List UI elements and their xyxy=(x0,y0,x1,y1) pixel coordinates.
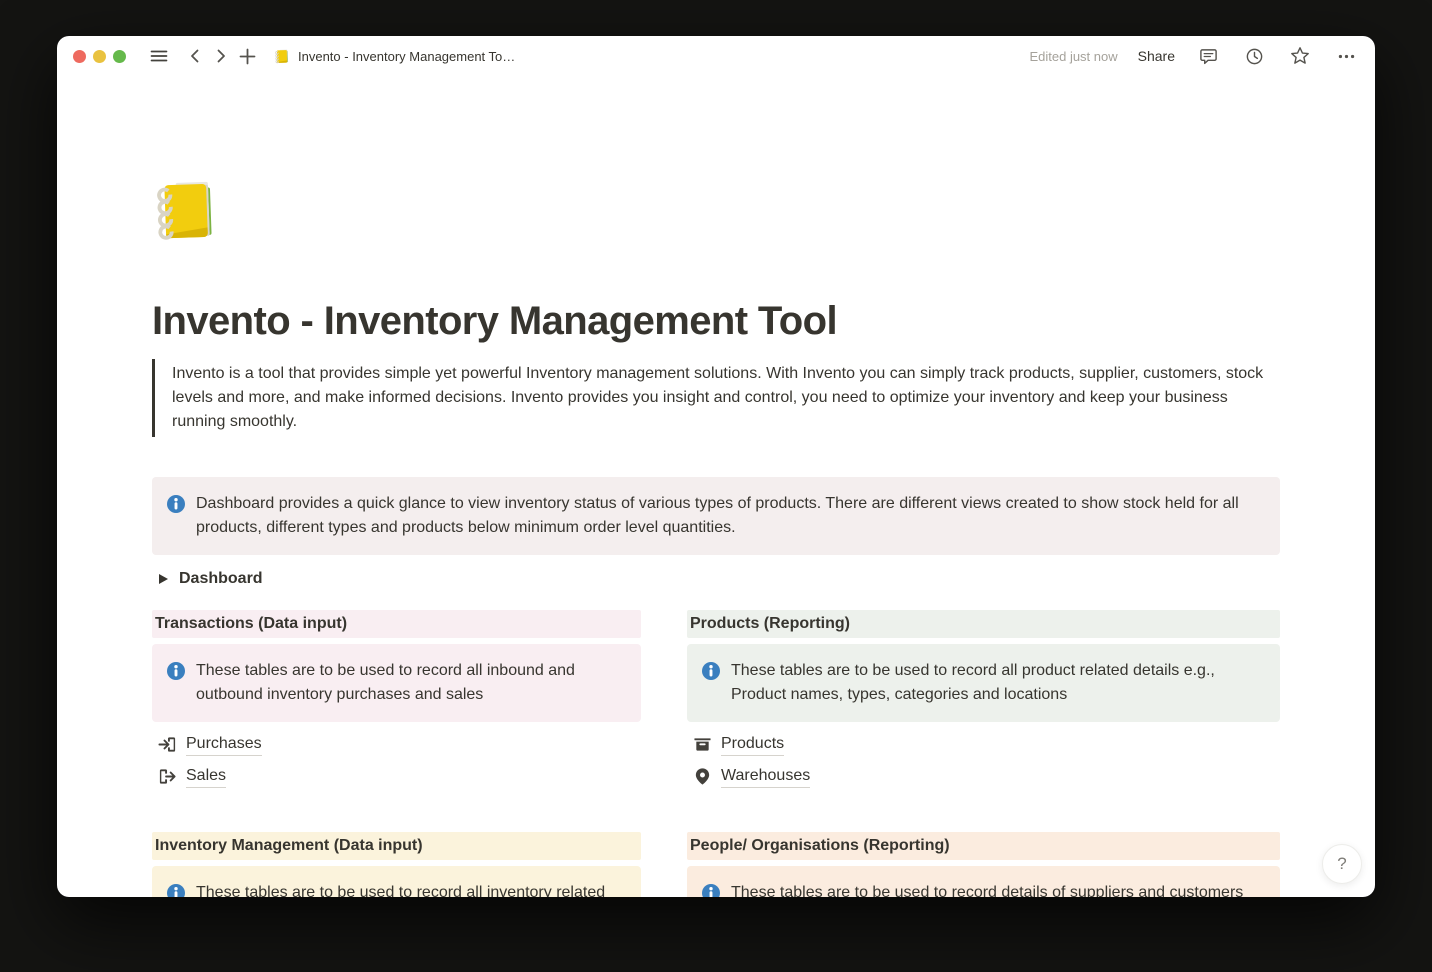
info-icon xyxy=(166,883,186,897)
help-button-label: ? xyxy=(1337,854,1346,874)
section-products: Products (Reporting) These tables are to… xyxy=(687,610,1280,795)
transactions-links: Purchases Sales xyxy=(152,731,641,789)
current-tab[interactable]: Invento - Inventory Management To… xyxy=(274,48,515,65)
import-arrow-icon xyxy=(158,735,177,754)
forward-button[interactable] xyxy=(208,43,234,69)
columns-row-1: Transactions (Data input) These tables a… xyxy=(152,610,1280,795)
location-pin-icon xyxy=(693,767,712,786)
transactions-callout: These tables are to be used to record al… xyxy=(152,644,641,722)
history-button[interactable] xyxy=(1241,43,1267,69)
star-icon xyxy=(1290,46,1310,66)
plus-icon xyxy=(239,48,256,65)
chevron-left-icon xyxy=(187,48,203,64)
ellipsis-icon xyxy=(1337,47,1356,66)
export-arrow-icon xyxy=(158,767,177,786)
app-window: Invento - Inventory Management To… Edite… xyxy=(57,36,1375,897)
minimize-window-button[interactable] xyxy=(93,50,106,63)
section-people-organisations: People/ Organisations (Reporting) These … xyxy=(687,832,1280,897)
transactions-callout-text: These tables are to be used to record al… xyxy=(196,659,625,707)
ledger-notebook-icon xyxy=(274,48,291,65)
section-transactions: Transactions (Data input) These tables a… xyxy=(152,610,641,795)
comment-bubble-icon xyxy=(1199,47,1218,66)
edited-status: Edited just now xyxy=(1029,49,1117,64)
info-icon xyxy=(166,494,186,540)
page-icon-ledger-notebook[interactable] xyxy=(152,175,224,247)
sidebar-menu-button[interactable] xyxy=(146,43,172,69)
section-inventory-management: Inventory Management (Data input) These … xyxy=(152,832,641,897)
info-icon xyxy=(166,661,186,707)
titlebar-actions: Edited just now Share xyxy=(1029,43,1359,69)
inventory-management-callout-text: These tables are to be used to record al… xyxy=(196,881,625,897)
tab-title: Invento - Inventory Management To… xyxy=(298,49,515,64)
dashboard-toggle-label: Dashboard xyxy=(179,570,263,588)
columns-row-2: Inventory Management (Data input) These … xyxy=(152,832,1280,897)
new-tab-button[interactable] xyxy=(234,43,260,69)
zoom-window-button[interactable] xyxy=(113,50,126,63)
comments-button[interactable] xyxy=(1195,43,1221,69)
section-header-people-organisations: People/ Organisations (Reporting) xyxy=(687,832,1280,860)
page-link-purchases-label[interactable]: Purchases xyxy=(186,733,262,756)
people-organisations-callout-text: These tables are to be used to record de… xyxy=(731,881,1243,897)
hamburger-menu-icon xyxy=(150,47,168,65)
clock-icon xyxy=(1245,47,1264,66)
dashboard-callout-text: Dashboard provides a quick glance to vie… xyxy=(196,492,1264,540)
back-button[interactable] xyxy=(182,43,208,69)
page-link-products-label[interactable]: Products xyxy=(721,733,784,756)
info-icon xyxy=(701,661,721,707)
products-callout-text: These tables are to be used to record al… xyxy=(731,659,1264,707)
archive-box-icon xyxy=(693,735,712,754)
people-organisations-callout: These tables are to be used to record de… xyxy=(687,866,1280,897)
products-links: Products Warehouses xyxy=(687,731,1280,789)
desktop-backdrop: { "window": { "titlebar": { "title": "In… xyxy=(0,0,1432,972)
dashboard-callout: Dashboard provides a quick glance to vie… xyxy=(152,477,1280,555)
page-link-sales-label[interactable]: Sales xyxy=(186,765,226,788)
page-link-products[interactable]: Products xyxy=(687,731,784,757)
page-title: Invento - Inventory Management Tool xyxy=(152,297,1280,345)
titlebar: Invento - Inventory Management To… Edite… xyxy=(57,36,1375,76)
info-icon xyxy=(701,883,721,897)
inventory-management-callout: These tables are to be used to record al… xyxy=(152,866,641,897)
window-controls xyxy=(73,50,126,63)
page-link-warehouses-label[interactable]: Warehouses xyxy=(721,765,810,788)
chevron-right-icon xyxy=(213,48,229,64)
page-content: Invento - Inventory Management Tool Inve… xyxy=(57,76,1375,897)
close-window-button[interactable] xyxy=(73,50,86,63)
help-button[interactable]: ? xyxy=(1322,844,1362,884)
dashboard-toggle[interactable]: Dashboard xyxy=(152,567,1280,591)
page-link-purchases[interactable]: Purchases xyxy=(152,731,262,757)
section-header-transactions: Transactions (Data input) xyxy=(152,610,641,638)
page-link-warehouses[interactable]: Warehouses xyxy=(687,763,810,789)
favorite-button[interactable] xyxy=(1287,43,1313,69)
quote-block: Invento is a tool that provides simple y… xyxy=(152,359,1280,437)
toggle-triangle-icon[interactable] xyxy=(159,574,168,584)
share-button[interactable]: Share xyxy=(1138,48,1175,64)
more-options-button[interactable] xyxy=(1333,43,1359,69)
page-link-sales[interactable]: Sales xyxy=(152,763,226,789)
products-callout: These tables are to be used to record al… xyxy=(687,644,1280,722)
section-header-products: Products (Reporting) xyxy=(687,610,1280,638)
section-header-inventory-management: Inventory Management (Data input) xyxy=(152,832,641,860)
